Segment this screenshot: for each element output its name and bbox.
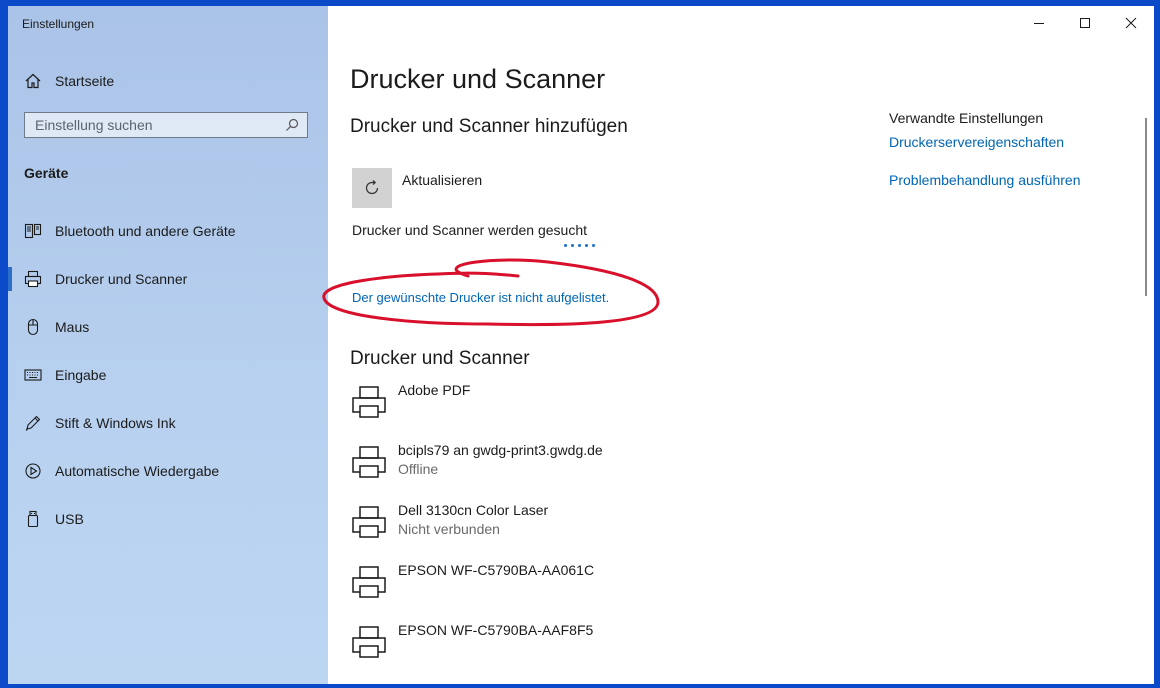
sidebar-item-pen[interactable]: Stift & Windows Ink: [8, 403, 328, 443]
refresh-button[interactable]: [352, 168, 392, 208]
maximize-button[interactable]: [1062, 6, 1108, 40]
printer-icon: [352, 626, 386, 658]
close-button[interactable]: [1108, 6, 1154, 40]
printer-list-item[interactable]: bcipls79 an gwdg-print3.gwdg.de Offline: [350, 442, 770, 492]
sidebar-item-label: Drucker und Scanner: [55, 271, 188, 287]
related-settings-title: Verwandte Einstellungen: [889, 110, 1044, 126]
sidebar-item-bluetooth[interactable]: Bluetooth und andere Geräte: [8, 211, 328, 251]
printer-icon: [352, 446, 386, 478]
printer-name: EPSON WF-C5790BA-AA061C: [398, 562, 595, 578]
printer-list-item[interactable]: EPSON WF-C5790BA-AA061C: [350, 562, 770, 612]
search-status-text: Drucker und Scanner werden gesucht: [352, 222, 588, 238]
printer-name: bcipls79 an gwdg-print3.gwdg.de: [398, 442, 603, 458]
sidebar: Einstellungen Startseite Geräte Bluetoot…: [8, 6, 328, 684]
search-icon[interactable]: [285, 118, 299, 132]
printer-name: EPSON WF-C5790BA-AAF8F5: [398, 622, 594, 638]
run-troubleshooter-link[interactable]: Problembehandlung ausführen: [889, 172, 1139, 188]
printer-name: Adobe PDF: [398, 382, 471, 398]
printer-not-listed-link[interactable]: Der gewünschte Drucker ist nicht aufgeli…: [352, 290, 609, 305]
page-title: Drucker und Scanner: [350, 64, 606, 94]
bluetooth-devices-icon: [24, 223, 42, 239]
maximize-icon: [1080, 18, 1090, 28]
settings-window: Einstellungen Startseite Geräte Bluetoot…: [8, 6, 1154, 684]
search-input[interactable]: [25, 113, 285, 137]
keyboard-icon: [24, 369, 42, 381]
search-box[interactable]: [24, 112, 308, 138]
printer-name: Dell 3130cn Color Laser: [398, 502, 549, 518]
sidebar-item-autoplay[interactable]: Automatische Wiedergabe: [8, 451, 328, 491]
sidebar-item-label: Maus: [55, 319, 90, 335]
mouse-icon: [27, 318, 39, 336]
refresh-label[interactable]: Aktualisieren: [402, 172, 482, 188]
autoplay-icon: [25, 463, 41, 479]
printer-list-heading: Drucker und Scanner: [350, 348, 530, 369]
sidebar-item-keyboard[interactable]: Eingabe: [8, 355, 328, 395]
sidebar-item-label: Bluetooth und andere Geräte: [55, 223, 236, 239]
printer-list-item[interactable]: Dell 3130cn Color Laser Nicht verbunden: [350, 502, 770, 552]
print-server-properties-link[interactable]: Druckerservereigenschaften: [889, 134, 1139, 150]
printer-icon: [352, 386, 386, 418]
close-icon: [1125, 17, 1137, 29]
pen-icon: [25, 415, 41, 431]
sidebar-item-mouse[interactable]: Maus: [8, 307, 328, 347]
minimize-button[interactable]: [1016, 6, 1062, 40]
printer-status: Offline: [398, 461, 439, 477]
add-section-heading: Drucker und Scanner hinzufügen: [350, 116, 628, 137]
sidebar-item-usb[interactable]: USB: [8, 499, 328, 539]
nav-home-label: Startseite: [55, 73, 115, 89]
app-title: Einstellungen: [22, 17, 95, 31]
printer-icon: [24, 270, 42, 288]
sidebar-item-label: Automatische Wiedergabe: [55, 463, 220, 479]
refresh-icon: [365, 180, 379, 195]
section-label: Geräte: [24, 165, 69, 181]
scrollbar[interactable]: [1145, 118, 1147, 296]
main-content: Drucker und Scanner Drucker und Scanner …: [328, 6, 1154, 684]
sidebar-item-label: Eingabe: [55, 367, 107, 383]
printer-icon: [352, 506, 386, 538]
sidebar-item-label: Stift & Windows Ink: [55, 415, 176, 431]
minimize-icon: [1034, 23, 1044, 24]
related-settings: Verwandte Einstellungen Druckerservereig…: [889, 110, 1139, 188]
sidebar-item-printers[interactable]: Drucker und Scanner: [8, 259, 328, 299]
printer-status: Nicht verbunden: [398, 521, 500, 537]
home-icon: [25, 73, 41, 89]
usb-icon: [27, 510, 39, 528]
printer-list-item[interactable]: Adobe PDF: [350, 382, 770, 432]
nav-home[interactable]: Startseite: [24, 70, 114, 92]
printer-list-item[interactable]: EPSON WF-C5790BA-AAF8F5: [350, 622, 770, 672]
printer-icon: [352, 566, 386, 598]
progress-dots: [564, 244, 595, 247]
sidebar-item-label: USB: [55, 511, 84, 527]
